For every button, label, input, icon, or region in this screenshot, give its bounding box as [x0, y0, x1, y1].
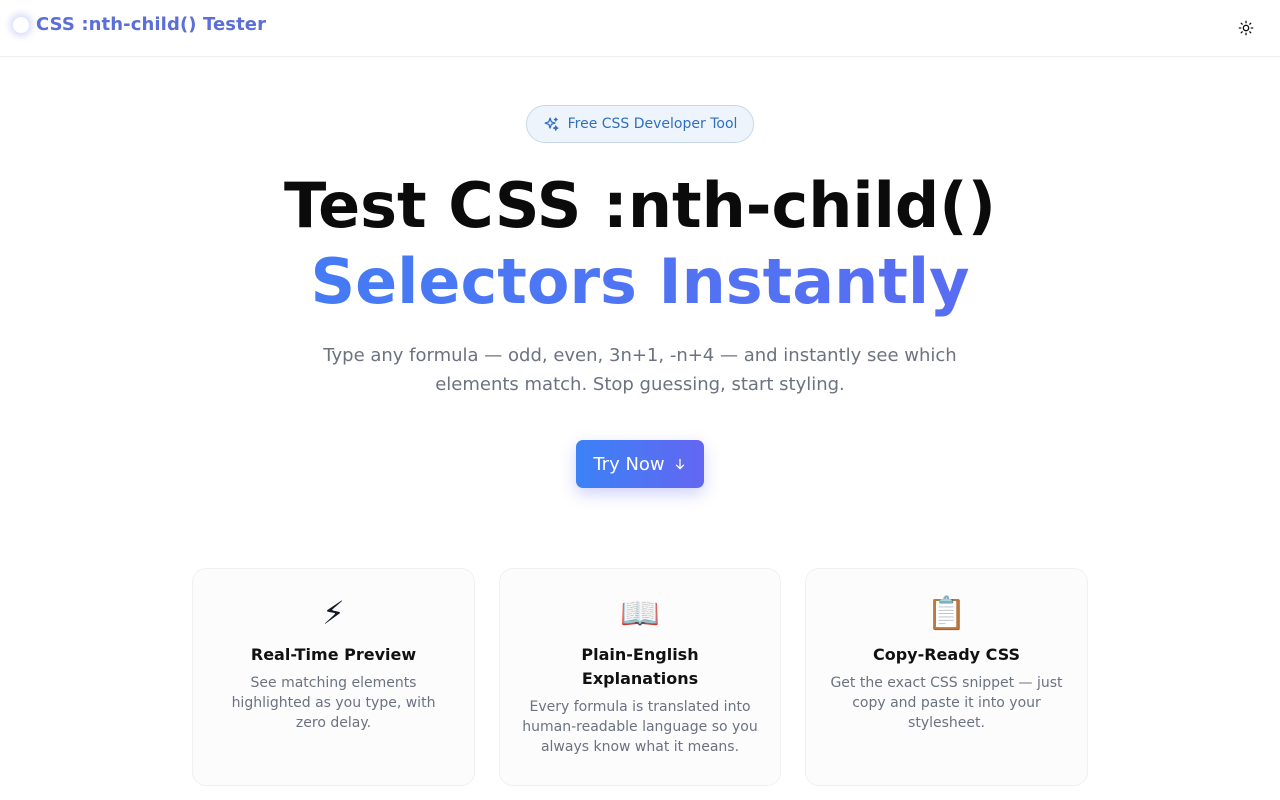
feature-description: Get the exact CSS snippet — just copy an… — [830, 675, 1063, 731]
lightning-icon: ⚡ — [322, 594, 345, 632]
hero-title: Test CSS :nth-child() Selectors Instantl… — [0, 168, 1280, 320]
feature-title: Plain-English Explanations — [581, 645, 699, 688]
feature-title: Real-Time Preview — [250, 645, 417, 664]
free-tool-badge: Free CSS Developer Tool — [526, 105, 754, 143]
hero-subtitle: Type any formula — odd, even, 3n+1, -n+4… — [323, 345, 957, 395]
theme-toggle-button[interactable] — [1234, 16, 1258, 40]
sun-icon — [1238, 20, 1254, 36]
logo-dot-icon — [12, 15, 30, 34]
top-navigation-bar: CSS :nth-child() Tester — [0, 0, 1280, 57]
feature-title: Copy-Ready CSS — [872, 645, 1021, 664]
feature-card-realtime-preview: ⚡ Real-Time Preview See matching element… — [192, 568, 475, 786]
feature-description: Every formula is translated into human-r… — [522, 699, 758, 755]
open-book-icon: 📖 — [620, 594, 660, 632]
feature-description: See matching elements highlighted as you… — [231, 675, 436, 731]
sparkles-icon — [544, 116, 559, 131]
hero-title-line-1: Test CSS :nth-child() — [284, 169, 996, 242]
feature-card-plain-english: 📖 Plain-English Explanations Every formu… — [499, 568, 781, 786]
feature-card-copy-ready-css: 📋 Copy-Ready CSS Get the exact CSS snipp… — [805, 568, 1088, 786]
clipboard-icon: 📋 — [926, 594, 967, 632]
app-logo-link[interactable]: CSS :nth-child() Tester — [12, 14, 266, 35]
hero-title-line-2: Selectors Instantly — [0, 244, 1280, 320]
app-title: CSS :nth-child() Tester — [36, 14, 267, 35]
arrow-down-icon — [675, 458, 684, 470]
try-now-label: Try Now — [593, 453, 665, 475]
badge-label: Free CSS Developer Tool — [567, 116, 738, 132]
try-now-button[interactable]: Try Now — [576, 440, 704, 488]
